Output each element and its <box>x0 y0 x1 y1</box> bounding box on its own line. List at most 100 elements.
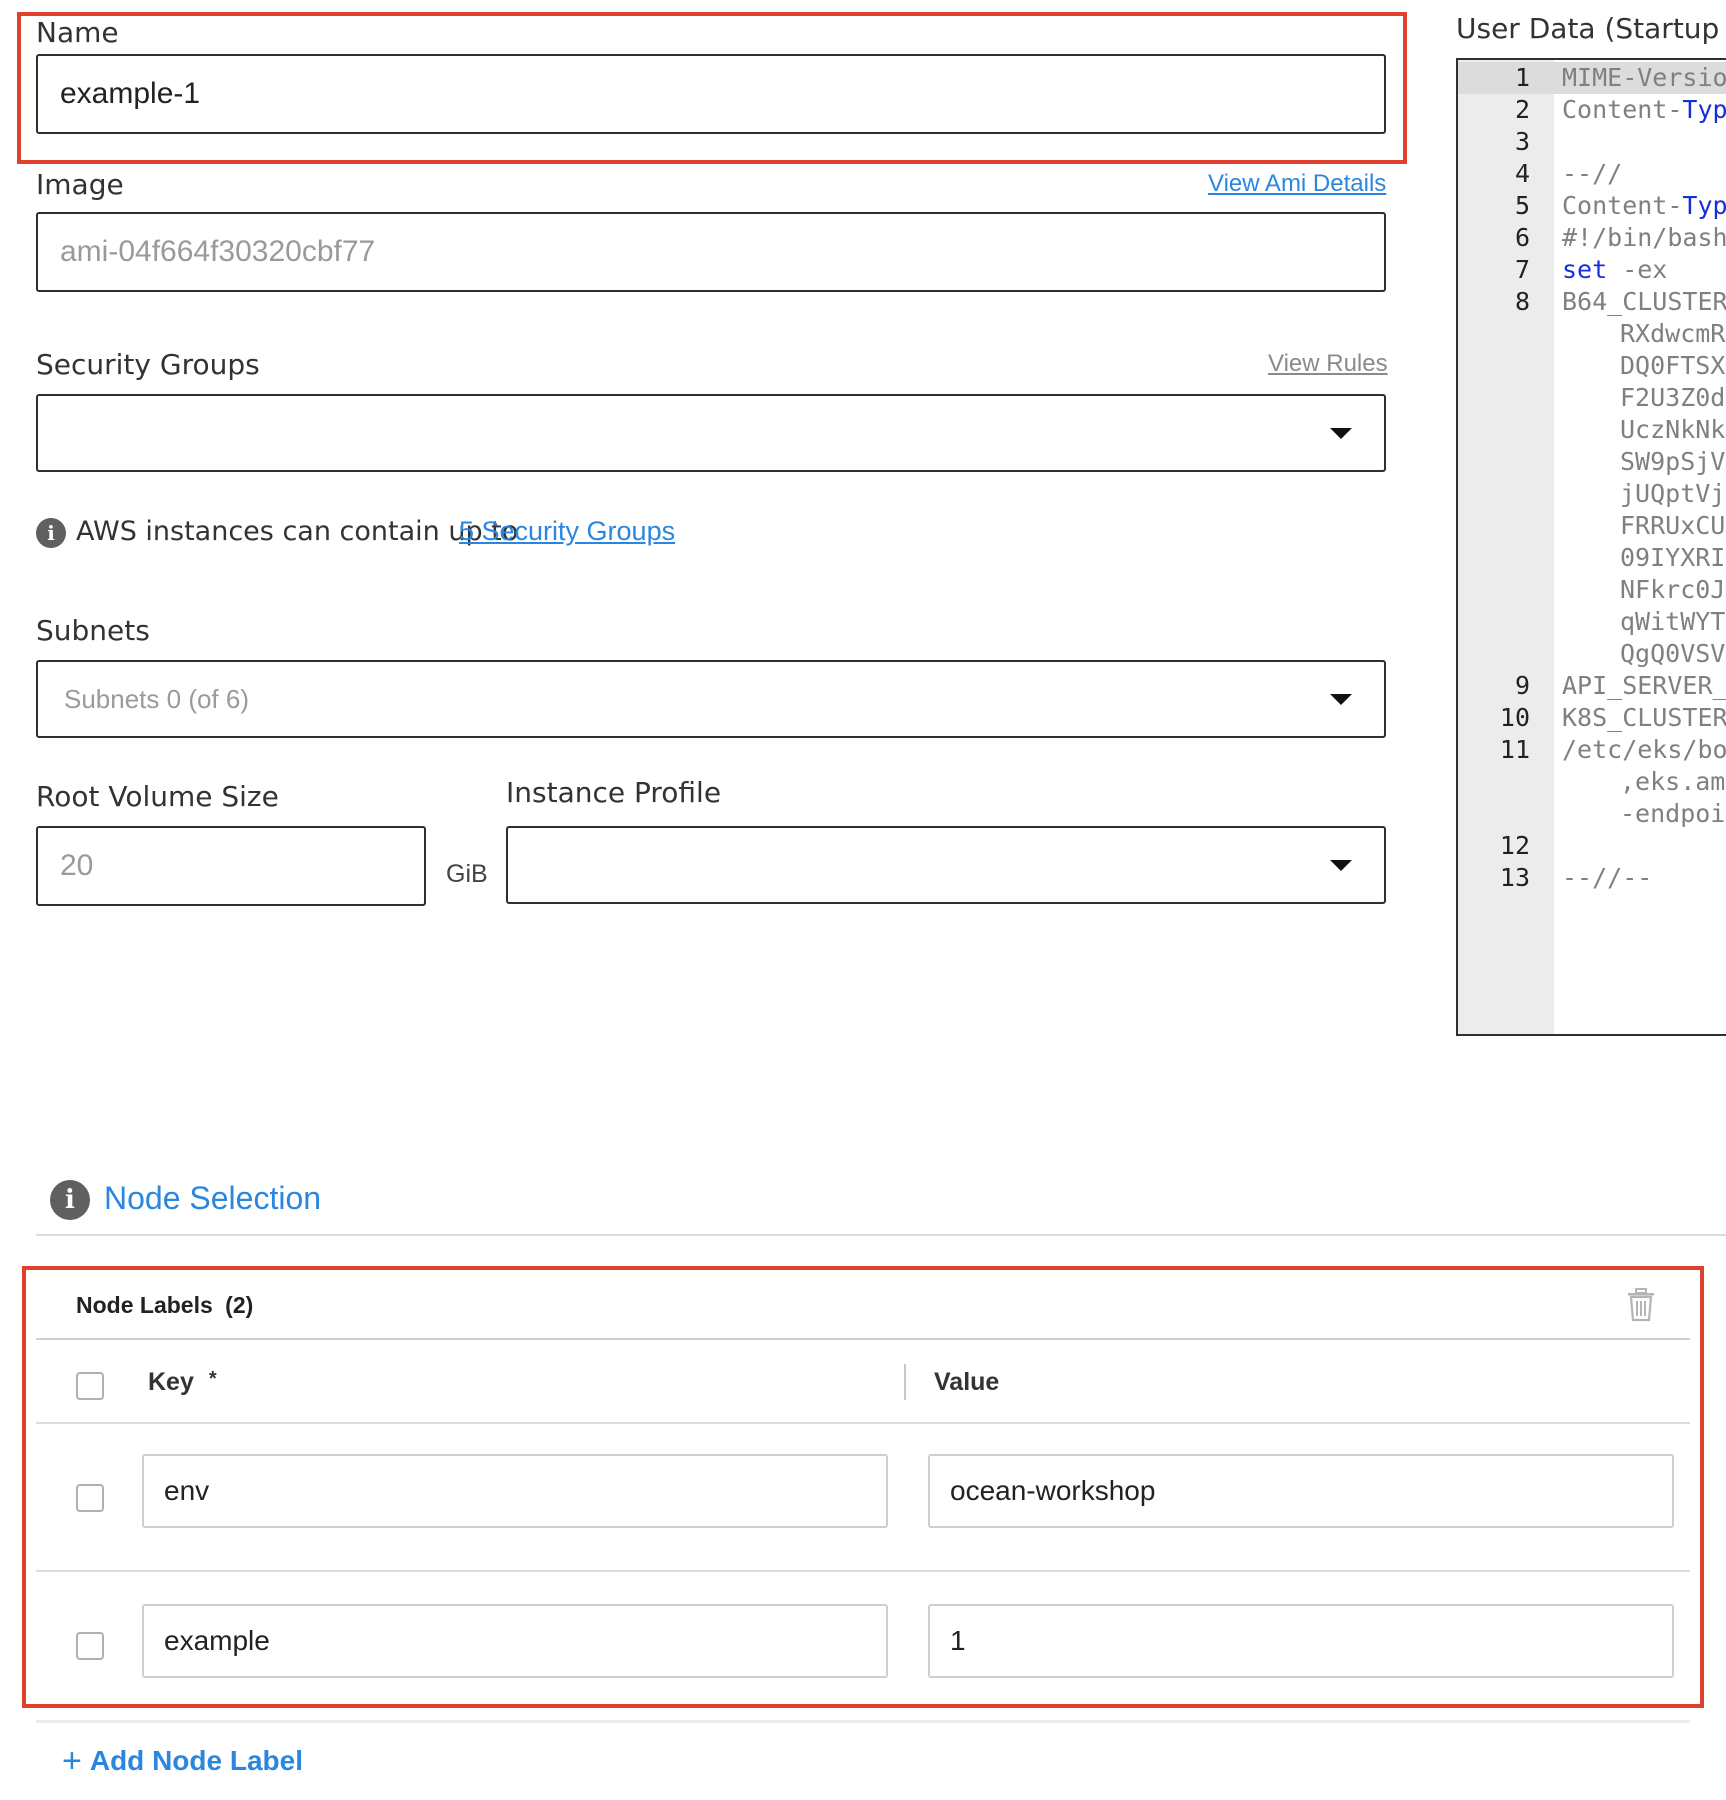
line-content: K8S_CLUSTER_ <box>1562 703 1726 732</box>
code-line: 10 K8S_CLUSTER_ <box>1458 702 1726 734</box>
keyword: Type <box>1682 95 1726 124</box>
line-number: 9 <box>1514 671 1530 700</box>
line-number: 5 <box>1514 191 1530 220</box>
row-checkbox[interactable] <box>76 1484 104 1512</box>
root-volume-input[interactable]: 20 <box>36 826 426 906</box>
security-groups-info-text: AWS instances can contain up to <box>76 516 519 547</box>
line-content: UczNkNkl <box>1620 415 1726 444</box>
label-value-value: ocean-workshop <box>950 1475 1156 1506</box>
line-content: FRRUxCUl <box>1620 511 1726 540</box>
line-text: NFkrc0J <box>1620 574 1725 606</box>
name-label: Name <box>36 16 119 49</box>
line-content: F2U3Z0d1 <box>1620 383 1726 412</box>
security-groups-select[interactable] <box>36 394 1386 472</box>
line-text: RXdwcmRX <box>1620 318 1726 350</box>
code-line: 2 Content-Type <box>1458 94 1726 126</box>
root-volume-label: Root Volume Size <box>36 780 279 813</box>
user-data-editor[interactable]: 1MIME-Versior2Content-Type34--//5Content… <box>1456 58 1726 1036</box>
divider <box>36 1570 1690 1572</box>
line-text: qWitWYT <box>1620 606 1725 638</box>
line-text: #!/bin/bash <box>1562 222 1726 254</box>
row-checkbox[interactable] <box>76 1632 104 1660</box>
label-key-value: env <box>164 1475 210 1506</box>
trash-icon[interactable] <box>1626 1288 1656 1322</box>
code-line: QgQ0VSVE <box>1458 638 1726 670</box>
instance-profile-select[interactable] <box>506 826 1386 904</box>
line-content: -ex <box>1607 255 1668 284</box>
five-security-groups-link[interactable]: 5 Security Groups <box>459 516 675 547</box>
add-node-label-button[interactable]: + Add Node Label <box>62 1744 303 1778</box>
line-number: 7 <box>1514 255 1530 284</box>
line-content: B64_CLUSTER_ <box>1562 287 1726 316</box>
code-line: 13 --//-- <box>1458 862 1726 894</box>
label-key-input[interactable]: env <box>142 1454 888 1528</box>
user-data-label: User Data (Startup Scri <box>1456 12 1726 45</box>
line-content: #!/bin/bash <box>1562 223 1726 252</box>
line-text: DQ0FTSXc <box>1620 350 1726 382</box>
code-line: RXdwcmRX <box>1458 318 1726 350</box>
image-input-value: ami-04f664f30320cbf77 <box>60 235 376 268</box>
line-text: --// <box>1562 158 1622 190</box>
code-line: 1 MIME-Versior <box>1458 62 1726 94</box>
view-rules-link[interactable]: View Rules <box>1268 350 1388 378</box>
node-labels-count: (2) <box>225 1292 254 1318</box>
line-number: 10 <box>1499 703 1530 732</box>
line-content: --//-- <box>1562 863 1653 892</box>
line-text: FRRUxCUl <box>1620 510 1726 542</box>
label-key-input[interactable]: example <box>142 1604 888 1678</box>
info-icon: i <box>50 1180 90 1220</box>
code-line: 6 #!/bin/bash <box>1458 222 1726 254</box>
root-volume-value: 20 <box>60 849 94 882</box>
code-line: 5 Content-Type <box>1458 190 1726 222</box>
subnets-label: Subnets <box>36 614 150 647</box>
line-content: SW9pSjVl <box>1620 447 1726 476</box>
line-text: 09IYXRIl <box>1620 542 1726 574</box>
line-text: ,eks.amc <box>1620 766 1726 798</box>
line-number: 6 <box>1514 223 1530 252</box>
keyword: Type <box>1682 191 1726 220</box>
line-text: SW9pSjVl <box>1620 446 1726 478</box>
line-text: UczNkNkl <box>1620 414 1726 446</box>
line-text: F2U3Z0d1 <box>1620 382 1726 414</box>
add-node-label-text: Add Node Label <box>89 1745 303 1776</box>
code-line: 11/etc/eks/boc <box>1458 734 1726 766</box>
view-ami-details-link[interactable]: View Ami Details <box>1208 170 1386 198</box>
node-selection-title[interactable]: Node Selection <box>104 1180 321 1217</box>
name-input[interactable]: example-1 <box>36 54 1386 134</box>
line-text: Content-Type <box>1562 94 1726 126</box>
name-input-value: example-1 <box>60 77 201 110</box>
info-icon: i <box>36 518 66 548</box>
node-labels-title-text: Node Labels <box>76 1292 213 1318</box>
select-all-checkbox[interactable] <box>76 1372 104 1400</box>
code-line: 8 B64_CLUSTER_ <box>1458 286 1726 318</box>
label-value-input[interactable]: ocean-workshop <box>928 1454 1674 1528</box>
line-number: 11 <box>1499 735 1530 764</box>
line-text: QgQ0VSVE <box>1620 638 1726 670</box>
line-number: 1 <box>1514 63 1530 92</box>
label-value-value: 1 <box>950 1625 966 1656</box>
line-text: jUQptVjF <box>1620 478 1726 510</box>
line-content: --// <box>1562 159 1623 188</box>
required-asterisk: * <box>208 1368 217 1390</box>
line-text: set -ex <box>1562 254 1667 286</box>
line-text: /etc/eks/boc <box>1562 734 1726 766</box>
line-content: QgQ0VSVE <box>1620 639 1726 668</box>
code-line: SW9pSjVl <box>1458 446 1726 478</box>
image-input[interactable]: ami-04f664f30320cbf77 <box>36 212 1386 292</box>
line-content: DQ0FTSXc <box>1620 351 1726 380</box>
subnets-select[interactable]: Subnets 0 (of 6) <box>36 660 1386 738</box>
line-text: K8S_CLUSTER_ <box>1562 702 1726 734</box>
code-line: 9 API_SERVER_l <box>1458 670 1726 702</box>
security-groups-label: Security Groups <box>36 348 260 381</box>
line-text: -endpoir <box>1620 798 1726 830</box>
line-content: qWitWYT <box>1620 607 1726 636</box>
code-line: F2U3Z0d1 <box>1458 382 1726 414</box>
line-text: B64_CLUSTER_ <box>1562 286 1726 318</box>
line-content: jUQptVjF <box>1620 479 1726 508</box>
code-line: 3 <box>1458 126 1726 158</box>
label-value-input[interactable]: 1 <box>928 1604 1674 1678</box>
code-line: qWitWYT <box>1458 606 1726 638</box>
code-line: 4 --// <box>1458 158 1726 190</box>
code-line: NFkrc0J <box>1458 574 1726 606</box>
value-column-header: Value <box>934 1368 1000 1396</box>
